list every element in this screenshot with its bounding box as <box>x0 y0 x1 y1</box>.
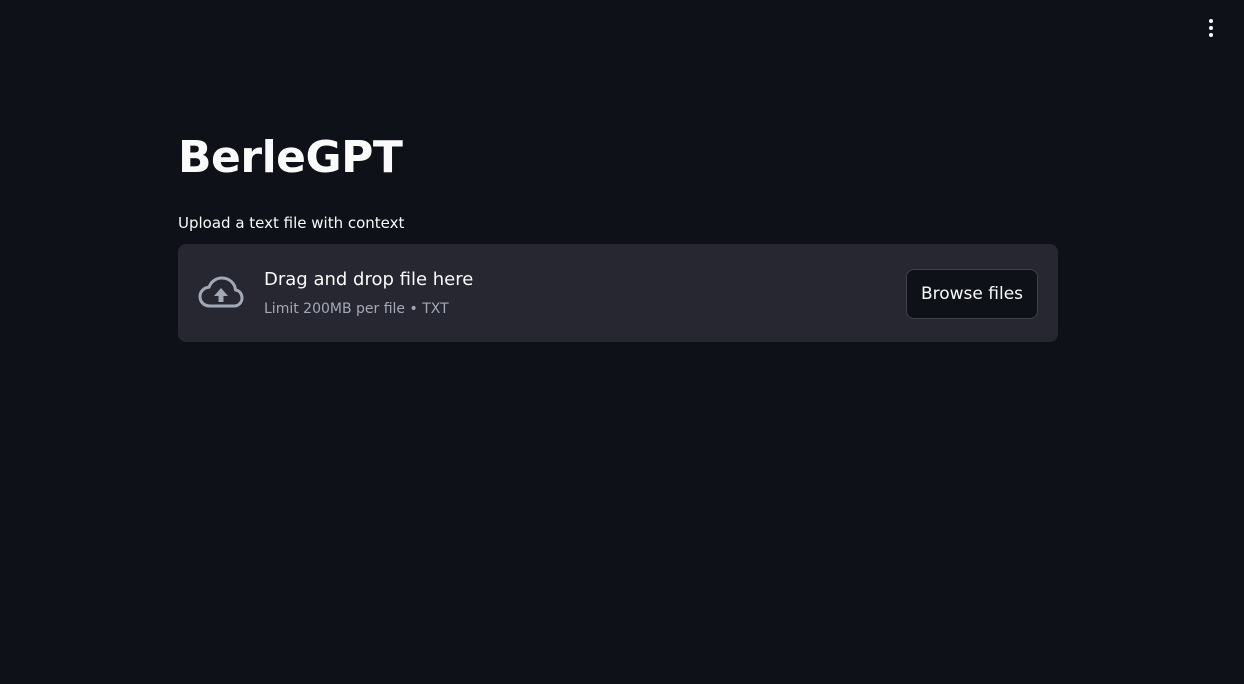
vertical-ellipsis-icon <box>1209 26 1213 30</box>
file-dropzone[interactable]: Drag and drop file here Limit 200MB per … <box>178 244 1058 342</box>
page-title: BerleGPT <box>178 132 403 183</box>
main-menu-button[interactable] <box>1200 14 1222 42</box>
app-page: BerleGPT Upload a text file with context… <box>0 0 1244 684</box>
dropzone-instructions: Drag and drop file here Limit 200MB per … <box>264 268 473 319</box>
vertical-ellipsis-icon <box>1209 19 1213 23</box>
browse-files-button[interactable]: Browse files <box>906 269 1038 319</box>
dropzone-main-text: Drag and drop file here <box>264 269 474 290</box>
main-content: BerleGPT Upload a text file with context… <box>178 128 1058 342</box>
vertical-ellipsis-icon <box>1209 33 1213 37</box>
file-uploader-label: Upload a text file with context <box>178 214 405 232</box>
dropzone-limit-text: Limit 200MB per file • TXT <box>264 301 449 317</box>
cloud-upload-icon <box>198 276 244 308</box>
